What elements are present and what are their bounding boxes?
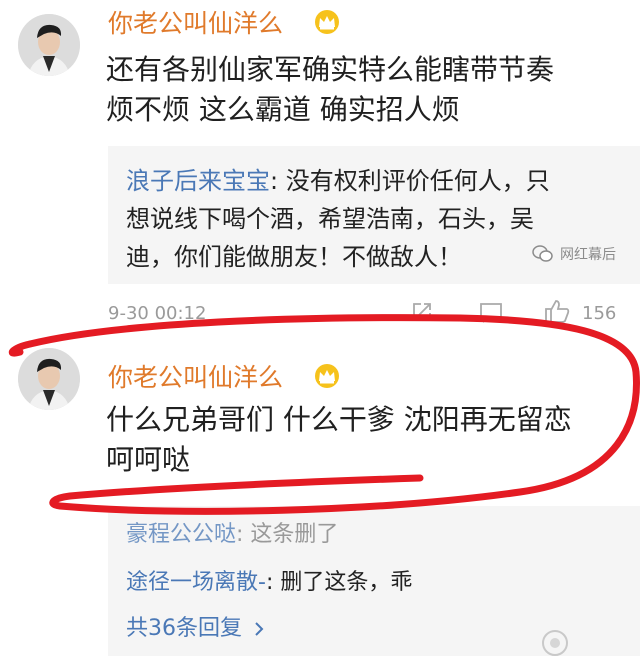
- corner-logo-icon: [542, 630, 568, 656]
- comment-content: 还有各别仙家军确实特么能瞎带节奏 烦不烦 这么霸道 确实招人烦: [106, 50, 626, 130]
- reply-author[interactable]: 豪程公公哒: [126, 522, 236, 547]
- watermark-text: 网红幕后: [560, 247, 616, 263]
- chevron-right-icon: [255, 622, 264, 636]
- more-replies-link[interactable]: 共36条回复: [126, 610, 265, 642]
- crown-icon: [315, 10, 339, 34]
- reply-text: : 这条删了: [236, 522, 339, 547]
- comment-content-line: 什么兄弟哥们 什么干爹 沈阳再无留恋: [106, 403, 572, 436]
- watermark: 网红幕后: [532, 244, 616, 264]
- more-replies-label[interactable]: 共36条回复: [126, 616, 242, 641]
- reply-line: 浪子后来宝宝: 没有权利评价任何人，只: [126, 162, 550, 200]
- comment-content-line: 还有各别仙家军确实特么能瞎带节奏: [106, 53, 555, 86]
- comment-content-line: 烦不烦 这么霸道 确实招人烦: [106, 93, 460, 126]
- reply-text: : 没有权利评价任何人，只: [270, 167, 550, 195]
- wechat-icon: [532, 245, 553, 262]
- comment-content: 什么兄弟哥们 什么干爹 沈阳再无留恋 呵呵哒: [106, 400, 626, 480]
- comment-content-line: 呵呵哒: [106, 443, 191, 476]
- share-icon[interactable]: [410, 300, 434, 324]
- reply-author[interactable]: 浪子后来宝宝: [126, 167, 270, 195]
- comment-icon[interactable]: [478, 300, 504, 324]
- comment-username[interactable]: 你老公叫仙洋么: [108, 358, 283, 394]
- like-count: 156: [582, 303, 617, 324]
- reply-line: 迪，你们能做朋友！不做敌人！: [126, 243, 462, 271]
- timestamp: 9-30 00:12: [108, 303, 207, 324]
- avatar[interactable]: [18, 14, 80, 76]
- comment-username[interactable]: 你老公叫仙洋么: [108, 4, 283, 40]
- like-icon[interactable]: [543, 298, 571, 324]
- reply-line: 豪程公公哒: 这条删了: [126, 516, 338, 548]
- avatar[interactable]: [18, 348, 80, 410]
- reply-author[interactable]: 途径一场离散-: [126, 570, 266, 595]
- reply-text: : 删了这条，乖: [265, 570, 413, 595]
- reply-line: 途径一场离散-: 删了这条，乖: [126, 564, 412, 596]
- reply-line: 想说线下喝个酒，希望浩南，石头，吴: [126, 205, 534, 233]
- crown-icon: [315, 364, 339, 388]
